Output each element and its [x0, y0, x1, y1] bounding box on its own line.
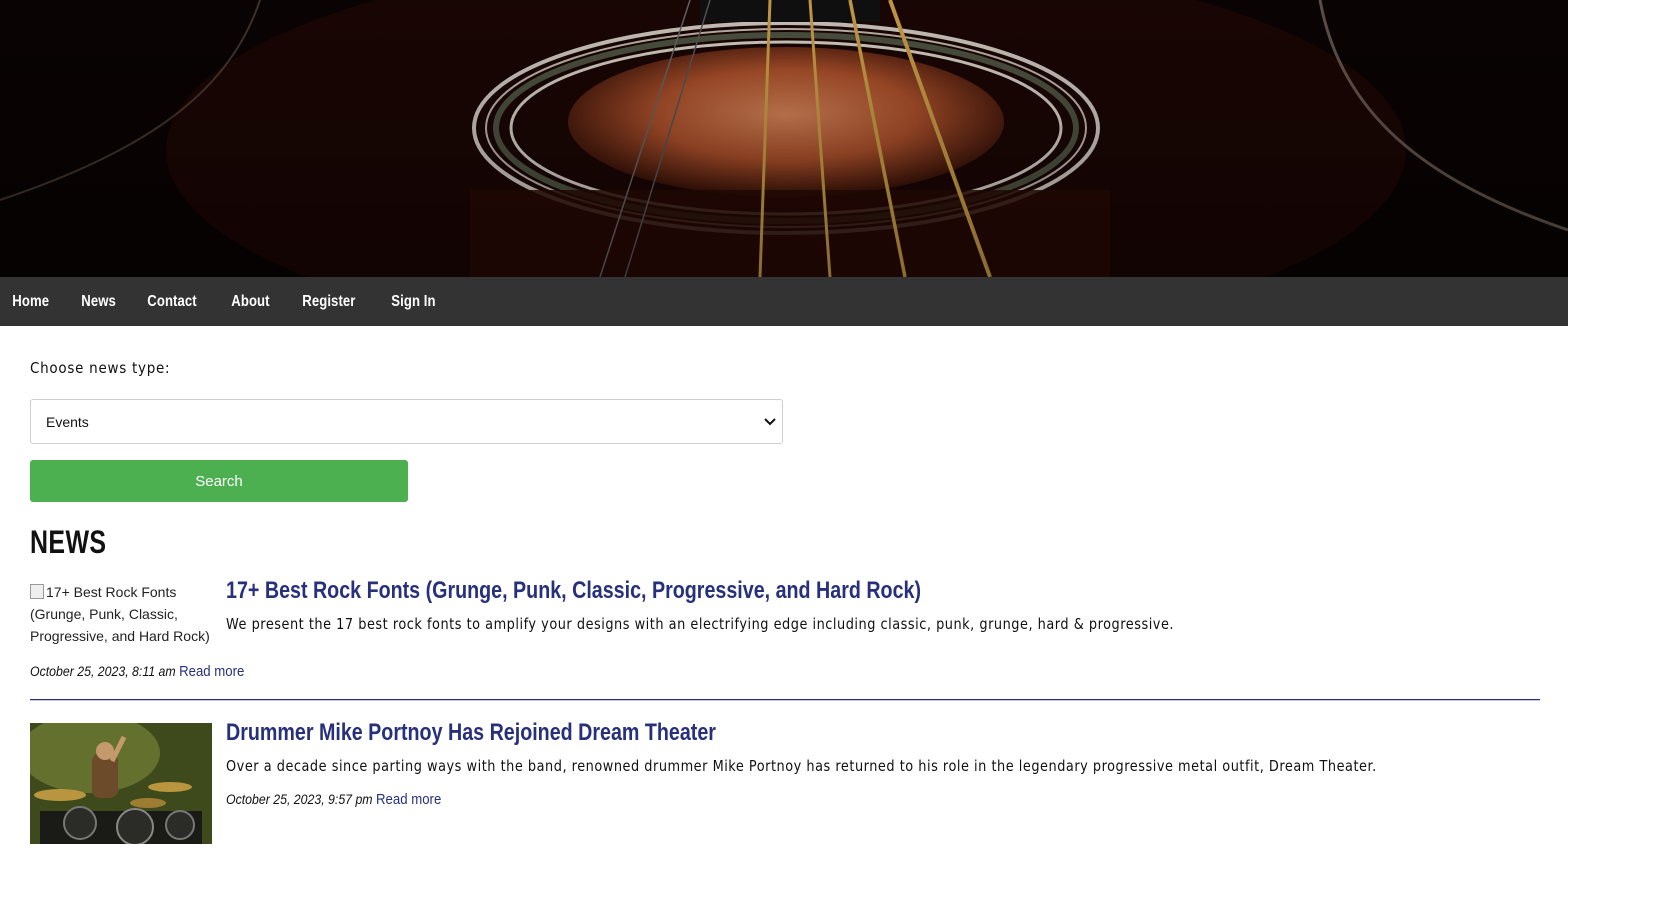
news-type-select[interactable]: Events [30, 399, 783, 444]
article-thumbnail-alt: 17+ Best Rock Fonts (Grunge, Punk, Class… [30, 584, 210, 644]
nav-news[interactable]: News [69, 293, 128, 311]
article-body: 17+ Best Rock Fonts (Grunge, Punk, Class… [226, 577, 1328, 633]
nav-register[interactable]: Register [290, 293, 368, 311]
article-summary: Over a decade since parting ways with th… [226, 757, 1377, 775]
nav-home[interactable]: Home [0, 293, 61, 311]
article-date: October 25, 2023, 9:57 pm [226, 791, 373, 807]
news-heading: NEWS [30, 524, 107, 560]
article-title-link[interactable]: 17+ Best Rock Fonts (Grunge, Punk, Class… [226, 577, 1130, 605]
nav-contact[interactable]: Contact [135, 293, 209, 311]
news-type-label: Choose news type: [30, 359, 171, 377]
nav-about[interactable]: About [219, 293, 282, 311]
article-thumbnail-image[interactable] [30, 723, 212, 844]
article-meta: October 25, 2023, 8:11 am Read more [30, 663, 244, 680]
main-navbar: Home News Contact About Register Sign In [0, 277, 1568, 326]
article-date: October 25, 2023, 8:11 am [30, 663, 176, 679]
broken-image-icon [30, 584, 44, 599]
article-title-link[interactable]: Drummer Mike Portnoy Has Rejoined Dream … [226, 719, 1323, 747]
article-summary: We present the 17 best rock fonts to amp… [226, 615, 1175, 633]
news-article: Drummer Mike Portnoy Has Rejoined Dream … [30, 719, 1540, 853]
read-more-link[interactable]: Read more [179, 663, 244, 680]
news-type-selected-value: Events [46, 413, 89, 430]
news-article: 17+ Best Rock Fonts (Grunge, Punk, Class… [30, 577, 1540, 687]
chevron-down-icon [764, 415, 776, 429]
main-content: Choose news type: Events Search NEWS 17+… [0, 359, 1570, 853]
article-body: Drummer Mike Portnoy Has Rejoined Dream … [226, 719, 1564, 808]
article-divider [30, 699, 1540, 701]
read-more-link[interactable]: Read more [376, 791, 441, 808]
nav-sign-in[interactable]: Sign In [379, 293, 448, 311]
search-button[interactable]: Search [30, 460, 408, 502]
guitar-banner-image [0, 0, 1568, 277]
drummer-photo [30, 723, 212, 844]
hero-banner [0, 0, 1568, 277]
article-meta: October 25, 2023, 9:57 pm Read more [226, 791, 1403, 808]
article-thumbnail-broken[interactable]: 17+ Best Rock Fonts (Grunge, Punk, Class… [30, 581, 220, 647]
